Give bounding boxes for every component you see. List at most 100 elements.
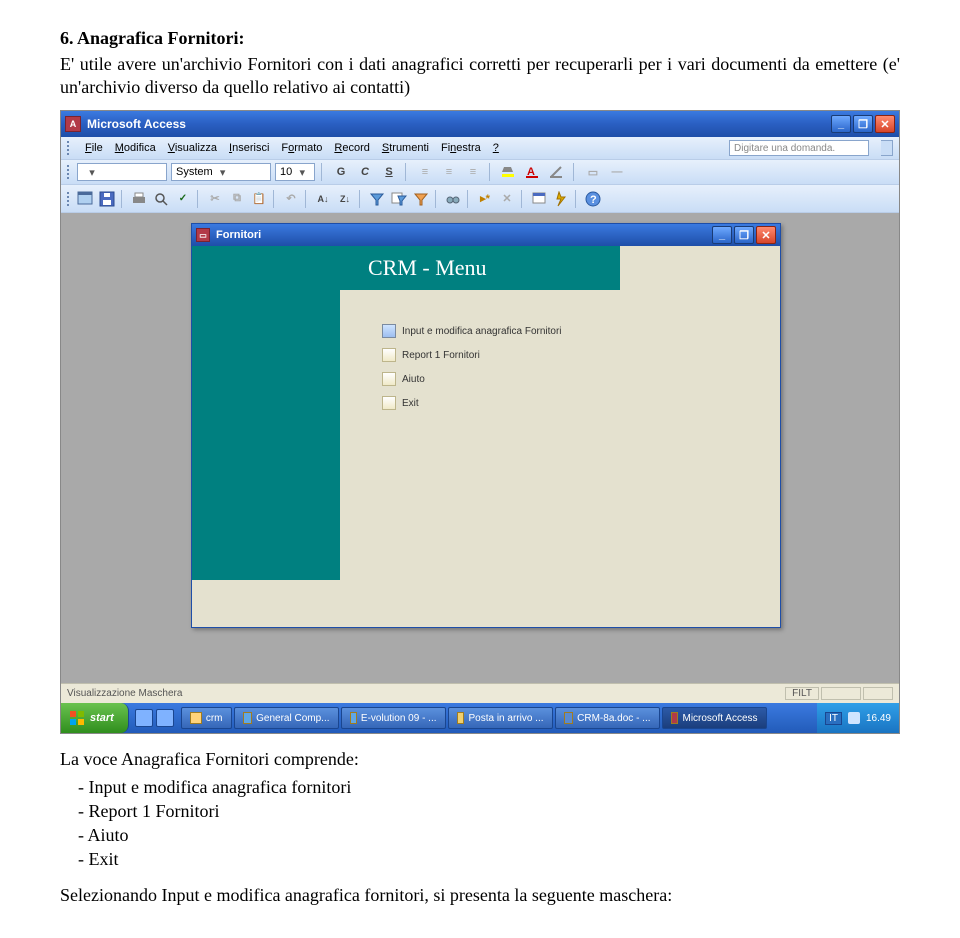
separator-icon [359, 190, 363, 208]
sort-asc-button[interactable]: A↓ [313, 189, 333, 209]
inner-close-button[interactable]: ✕ [756, 226, 776, 244]
separator-icon [573, 163, 577, 181]
taskbar-item-posta[interactable]: Posta in arrivo ... [448, 707, 553, 729]
font-name-value: System [176, 166, 213, 178]
grip-icon[interactable] [67, 141, 73, 155]
grip-icon[interactable] [67, 192, 73, 206]
view-button[interactable] [75, 189, 95, 209]
align-right-button[interactable]: ≡ [463, 162, 483, 182]
menu-record[interactable]: Record [334, 142, 369, 154]
underline-button[interactable]: S [379, 162, 399, 182]
border-button[interactable]: ▭ [583, 162, 603, 182]
copy-button[interactable]: ⧉ [227, 189, 247, 209]
menu-finestra[interactable]: Finestra [441, 142, 481, 154]
help-search-input[interactable]: Digitare una domanda. [729, 140, 869, 156]
inner-window: ▭ Fornitori _ ❐ ✕ CRM - Menu Input e mod… [191, 223, 781, 628]
font-size-combo[interactable]: 10▾ [275, 163, 315, 181]
new-record-button[interactable]: ▸* [475, 189, 495, 209]
menu-item-label: Aiuto [402, 374, 425, 385]
maximize-button[interactable]: ❐ [853, 115, 873, 133]
delete-record-button[interactable]: ✕ [497, 189, 517, 209]
taskbar: start crm General Comp... E-volution 09 … [61, 703, 899, 733]
minimize-button[interactable]: _ [831, 115, 851, 133]
align-left-button[interactable]: ≡ [415, 162, 435, 182]
font-name-combo[interactable]: System▾ [171, 163, 271, 181]
magnifier-icon [153, 191, 169, 207]
help-search-dropdown[interactable] [881, 140, 893, 156]
spellcheck-button[interactable]: ✓ [173, 189, 193, 209]
line-color-button[interactable] [547, 162, 567, 182]
filter-form-button[interactable] [389, 189, 409, 209]
menu-item-exit[interactable]: Exit [382, 396, 562, 410]
taskbar-item-crm[interactable]: crm [181, 707, 232, 729]
quicklaunch-desktop-icon[interactable] [156, 709, 174, 727]
inner-minimize-button[interactable]: _ [712, 226, 732, 244]
binoculars-icon [445, 191, 461, 207]
language-indicator[interactable]: IT [825, 712, 842, 725]
taskbar-label: E-volution 09 - ... [361, 713, 437, 724]
close-button[interactable]: ✕ [875, 115, 895, 133]
menu-item-label: Input e modifica anagrafica Fornitori [402, 326, 562, 337]
font-color-button[interactable]: A [523, 162, 543, 182]
fill-color-button[interactable] [499, 162, 519, 182]
windows-logo-icon [69, 710, 85, 726]
taskbar-item-general[interactable]: General Comp... [234, 707, 339, 729]
effects-button[interactable]: — [607, 162, 627, 182]
menu-formato[interactable]: Formato [281, 142, 322, 154]
separator-icon [405, 163, 409, 181]
menu-item-input-modifica[interactable]: Input e modifica anagrafica Fornitori [382, 324, 562, 338]
preview-button[interactable] [151, 189, 171, 209]
save-button[interactable] [97, 189, 117, 209]
report-item-icon [382, 348, 396, 362]
floppy-icon [99, 191, 115, 207]
paste-button[interactable]: 📋 [249, 189, 269, 209]
menu-strumenti[interactable]: Strumenti [382, 142, 429, 154]
italic-button[interactable]: C [355, 162, 375, 182]
cut-button[interactable]: ✂ [205, 189, 225, 209]
tray-clock: 16.49 [866, 713, 891, 724]
grip-icon[interactable] [67, 165, 73, 179]
object-combo[interactable]: ▾ [77, 163, 167, 181]
list-item: Input e modifica anagrafica fornitori [98, 775, 900, 799]
funnel-form-icon [391, 191, 407, 207]
quicklaunch-ie-icon[interactable] [135, 709, 153, 727]
undo-button[interactable]: ↶ [281, 189, 301, 209]
menu-item-report[interactable]: Report 1 Fornitori [382, 348, 562, 362]
start-button[interactable]: start [61, 703, 129, 733]
teal-side-pane [192, 246, 340, 580]
filter-selection-button[interactable] [367, 189, 387, 209]
separator-icon [575, 190, 579, 208]
ie-icon [243, 712, 253, 724]
menubar: File Modifica Visualizza Inserisci Forma… [61, 137, 899, 159]
menu-inserisci[interactable]: Inserisci [229, 142, 269, 154]
list-item: Report 1 Fornitori [98, 799, 900, 823]
lightning-icon [553, 191, 569, 207]
bold-button[interactable]: G [331, 162, 351, 182]
help-button[interactable]: ? [583, 189, 603, 209]
help-item-icon [382, 372, 396, 386]
menu-item-aiuto[interactable]: Aiuto [382, 372, 562, 386]
print-button[interactable] [129, 189, 149, 209]
printer-icon [131, 191, 147, 207]
menu-modifica[interactable]: Modifica [115, 142, 156, 154]
mdi-client-area: ▭ Fornitori _ ❐ ✕ CRM - Menu Input e mod… [61, 213, 899, 683]
new-object-button[interactable] [551, 189, 571, 209]
menu-item-label: Exit [402, 398, 419, 409]
apply-filter-button[interactable] [411, 189, 431, 209]
system-tray: IT 16.49 [817, 703, 899, 733]
taskbar-item-evolution[interactable]: E-volution 09 - ... [341, 707, 446, 729]
taskbar-label: CRM-8a.doc - ... [577, 713, 650, 724]
tray-icon[interactable] [848, 712, 860, 724]
inner-maximize-button[interactable]: ❐ [734, 226, 754, 244]
taskbar-item-word[interactable]: CRM-8a.doc - ... [555, 707, 660, 729]
db-window-button[interactable] [529, 189, 549, 209]
menu-file[interactable]: File [85, 142, 103, 154]
menu-help[interactable]: ? [493, 142, 499, 154]
menu-visualizza[interactable]: Visualizza [168, 142, 217, 154]
find-button[interactable] [443, 189, 463, 209]
sort-desc-button[interactable]: Z↓ [335, 189, 355, 209]
taskbar-label: Microsoft Access [682, 713, 757, 724]
taskbar-item-access[interactable]: Microsoft Access [662, 707, 767, 729]
align-center-button[interactable]: ≡ [439, 162, 459, 182]
taskbar-label: Posta in arrivo ... [468, 713, 543, 724]
